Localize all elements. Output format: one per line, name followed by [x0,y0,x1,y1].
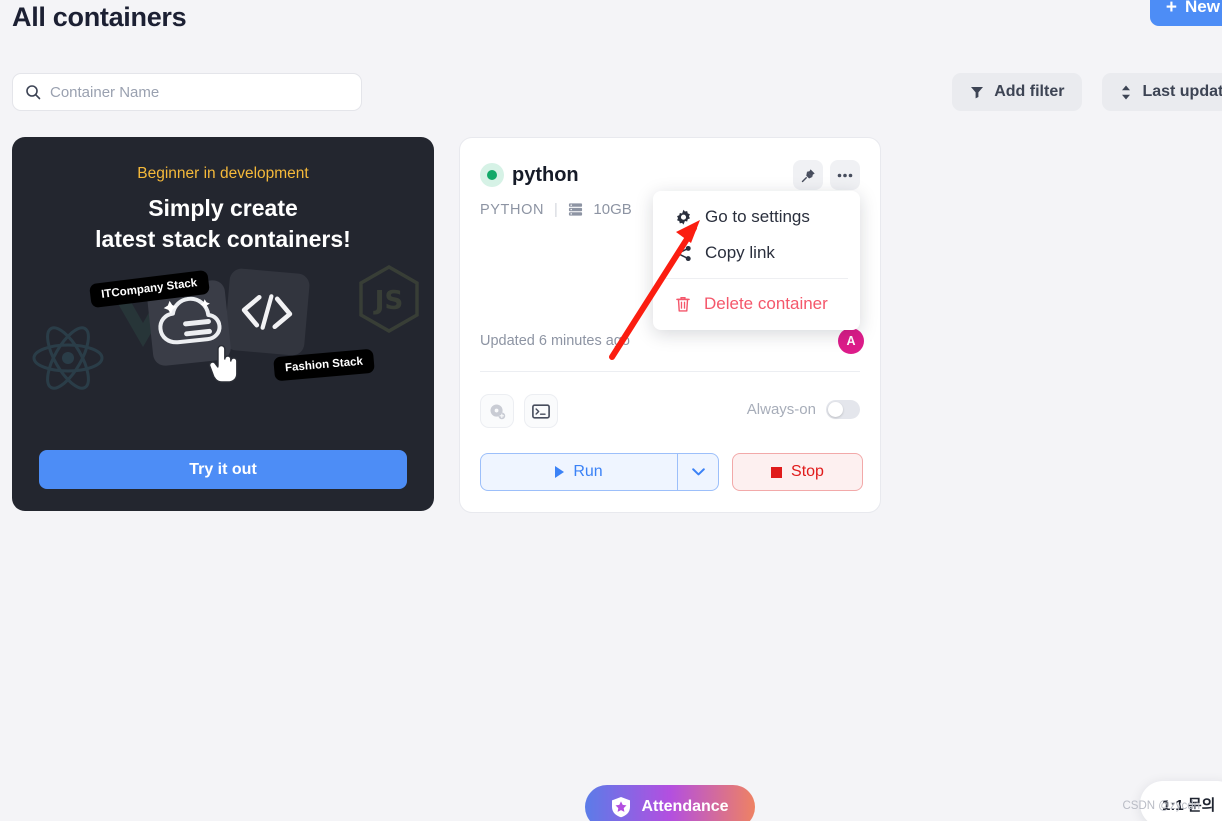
card-tool-buttons [480,394,558,428]
sort-button[interactable]: Last updated [1102,73,1222,111]
sort-label: Last updated [1142,83,1222,100]
storage-icon [569,203,583,216]
stop-button[interactable]: Stop [732,453,863,491]
search-box[interactable] [12,73,362,111]
code-brackets-icon [241,294,293,330]
page-title: All containers [12,2,187,32]
gear-icon [677,209,690,225]
chevron-down-icon [691,468,705,476]
new-container-button[interactable]: + New [1149,0,1222,26]
avatar: A [838,328,864,354]
attendance-button[interactable]: Attendance [585,785,755,821]
add-filter-label: Add filter [994,83,1065,100]
promo-headline-line-1: Simply create [148,195,298,221]
watermark: CSDN @zycdn [1122,800,1201,812]
card-header: python [460,138,880,190]
menu-divider [665,278,848,279]
run-group-divider [676,454,678,490]
add-filter-button[interactable]: Add filter [952,73,1083,111]
always-on-label: Always-on [746,401,816,418]
terminal-button[interactable] [524,394,558,428]
promo-kicker: Beginner in development [137,165,309,182]
menu-item-delete-container[interactable]: Delete container [653,286,860,322]
container-context-menu: Go to settings Copy link Delete containe… [653,191,860,330]
nodejs-logo-ghost-icon: JS [359,265,419,334]
menu-label-delete-container: Delete container [704,294,828,313]
ellipsis-icon [837,173,853,177]
menu-label-copy-link: Copy link [705,243,775,262]
always-on-control: Always-on [747,400,860,419]
menu-item-copy-link[interactable]: Copy link [653,235,860,271]
shield-star-icon [612,797,631,818]
react-logo-ghost-icon [32,326,104,390]
sort-updown-icon [1122,85,1131,99]
status-indicator-running [480,163,504,187]
card-divider [480,371,860,372]
svg-text:JS: JS [373,286,403,316]
container-name: python [512,163,579,186]
plus-icon: + [1165,0,1178,18]
snapshot-add-icon [490,404,505,419]
search-input[interactable] [50,83,349,101]
promo-illustration: JS ITCompany Stack Fashion Stack [12,261,434,411]
menu-item-go-to-settings[interactable]: Go to settings [653,199,860,235]
search-icon [26,85,41,100]
play-icon [555,466,565,478]
run-button-label: Run [573,463,603,480]
stop-square-icon [771,466,783,478]
new-button-label: New [1185,0,1220,16]
menu-label-go-to-settings: Go to settings [705,207,810,226]
filter-icon [971,87,984,99]
try-it-out-button[interactable]: Try it out [39,450,407,489]
run-dropdown-button[interactable] [676,453,719,491]
terminal-icon [532,403,550,419]
run-button-group: Run [480,453,719,491]
container-size: 10GB [593,201,632,218]
promo-headline-line-2: latest stack containers! [95,226,351,253]
container-runtime: PYTHON [480,201,545,218]
pin-icon [801,168,815,182]
run-button[interactable]: Run [480,453,677,491]
hand-cursor-icon [208,345,238,383]
stop-button-label: Stop [791,463,824,480]
more-options-button[interactable] [830,160,860,190]
share-icon [675,245,691,261]
attendance-label: Attendance [641,798,729,815]
toolbar-right: Add filter Last updated [952,73,1222,111]
card-header-actions [793,160,860,190]
promo-card: Beginner in development Simply create la… [12,137,434,511]
pin-button[interactable] [793,160,823,190]
trash-icon [676,296,690,312]
card-action-row: Run Stop [480,453,863,491]
always-on-toggle[interactable] [826,400,860,419]
container-updated-time: Updated 6 minutes ago [480,333,630,349]
meta-separator: | [554,201,559,218]
snapshot-add-button[interactable] [480,394,514,428]
